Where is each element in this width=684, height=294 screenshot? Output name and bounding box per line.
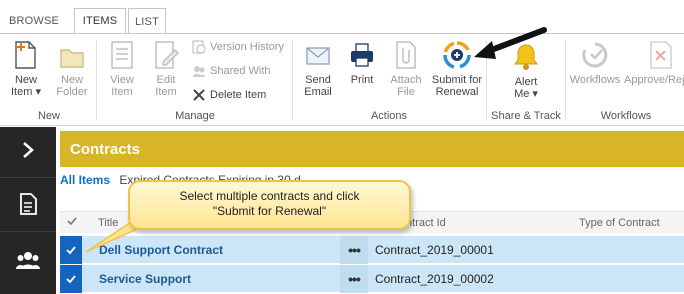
print-icon xyxy=(351,43,373,67)
tab-browse[interactable]: BROWSE xyxy=(6,8,62,34)
left-nav xyxy=(0,127,56,294)
edit-item-icon xyxy=(155,41,179,69)
tab-list[interactable]: LIST xyxy=(128,8,166,34)
version-history-icon xyxy=(192,40,206,54)
list-title-bar: Contracts xyxy=(60,131,684,167)
delete-icon xyxy=(193,89,205,101)
row-checkbox[interactable] xyxy=(60,265,82,293)
chevron-right-icon xyxy=(23,142,34,158)
ribbon: New Item ▾ New Folder New View Item Edit… xyxy=(0,34,684,126)
submit-renewal-icon xyxy=(443,41,471,69)
list-title: Contracts xyxy=(70,141,141,158)
callout-line1: Select multiple contracts and click xyxy=(179,189,360,203)
checkmark-icon xyxy=(66,275,76,284)
group-label-actions: Actions xyxy=(370,110,408,122)
shared-with-icon xyxy=(193,66,205,77)
ribbon-separator xyxy=(292,40,293,120)
instruction-callout: Select multiple contracts and click "Sub… xyxy=(128,180,411,230)
callout-line2: "Submit for Renewal" xyxy=(212,204,327,218)
delete-item-button[interactable]: Delete Item xyxy=(192,88,266,102)
row-title[interactable]: Service Support xyxy=(99,272,191,286)
new-item-button[interactable]: New Item ▾ xyxy=(6,40,46,98)
ribbon-tab-bar: BROWSE ITEMS LIST xyxy=(0,0,684,36)
sharepoint-page: BROWSE ITEMS LIST New Item ▾ New Folder … xyxy=(0,0,684,294)
view-all-items[interactable]: All Items xyxy=(60,173,110,187)
group-label-new: New xyxy=(37,110,60,122)
row-menu-button[interactable]: ••• xyxy=(340,236,368,264)
nav-people[interactable] xyxy=(0,237,56,283)
table-row[interactable]: Dell Support Contract ••• Contract_2019_… xyxy=(60,235,684,264)
attach-file-button[interactable]: Attach File xyxy=(386,40,426,98)
row-menu-button[interactable]: ••• xyxy=(340,265,368,293)
print-button[interactable]: Print xyxy=(344,40,380,86)
row-contract-id: Contract_2019_00001 xyxy=(375,243,494,257)
send-email-icon xyxy=(306,47,330,65)
document-icon xyxy=(20,193,37,215)
people-icon xyxy=(16,252,40,269)
attach-file-icon xyxy=(396,41,416,69)
ribbon-separator xyxy=(96,40,97,120)
tab-items[interactable]: ITEMS xyxy=(74,8,126,34)
annotation-arrow xyxy=(474,27,547,59)
new-item-icon xyxy=(15,41,36,69)
approve-reject-icon xyxy=(650,41,672,69)
row-contract-id: Contract_2019_00002 xyxy=(375,272,494,286)
new-folder-icon xyxy=(60,49,84,68)
group-label-share-track: Share & Track xyxy=(491,110,561,122)
table-row[interactable]: Service Support ••• Contract_2019_00002 xyxy=(60,264,684,293)
group-label-workflows: Workflows xyxy=(600,110,652,122)
workflows-icon xyxy=(582,42,608,68)
ribbon-separator xyxy=(565,40,566,120)
workflows-button[interactable]: Workflows xyxy=(568,40,622,86)
version-history-button[interactable]: Version History xyxy=(192,40,284,54)
edit-item-button[interactable]: Edit Item xyxy=(146,40,186,98)
group-label-manage: Manage xyxy=(175,110,215,122)
nav-expand[interactable] xyxy=(0,127,56,173)
new-folder-button[interactable]: New Folder xyxy=(52,40,92,98)
view-item-button[interactable]: View Item xyxy=(102,40,142,98)
view-item-icon xyxy=(111,41,133,69)
column-type[interactable]: Type of Contract xyxy=(579,217,660,229)
nav-documents[interactable] xyxy=(0,181,56,227)
approve-reject-button[interactable]: Approve/Rej xyxy=(624,40,684,86)
shared-with-button[interactable]: Shared With xyxy=(192,64,271,78)
send-email-button[interactable]: Send Email xyxy=(298,40,338,98)
